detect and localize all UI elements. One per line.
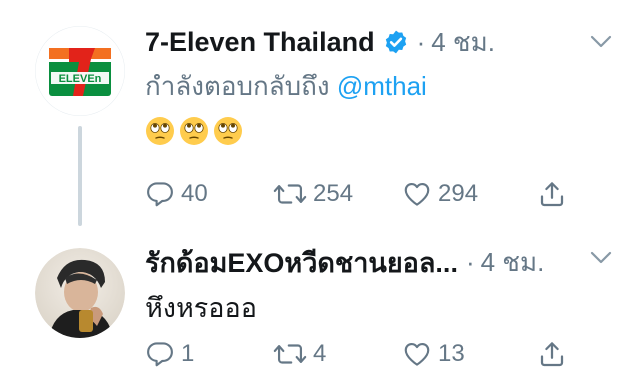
- tweet-reply[interactable]: รักด้อมEXOหวีดชานยอล... · 4 ชม. หึงหรอออ …: [0, 228, 639, 376]
- share-button[interactable]: [537, 334, 567, 374]
- avatar-7eleven[interactable]: ELEVEn: [35, 26, 125, 116]
- thread-connector-line: [78, 126, 82, 226]
- share-button[interactable]: [537, 174, 567, 214]
- heart-icon: [404, 182, 430, 206]
- retweet-button[interactable]: 254: [273, 174, 353, 214]
- verified-badge-icon: [385, 30, 406, 54]
- tweet-actions: 40 254 294: [145, 174, 599, 214]
- chevron-down-icon[interactable]: [589, 250, 613, 266]
- reply-icon: [147, 342, 173, 367]
- retweet-count: 4: [313, 340, 327, 367]
- reply-count: 40: [181, 180, 208, 207]
- like-button[interactable]: 294: [402, 174, 478, 214]
- share-icon: [540, 342, 564, 367]
- retweet-icon: [273, 184, 307, 204]
- tweet-7eleven[interactable]: ELEVEn 7-Eleven Thailand · 4 ชม. กำลังตอบ…: [0, 0, 639, 228]
- heart-icon: [404, 342, 430, 366]
- seven-eleven-logo: ELEVEn: [35, 26, 125, 116]
- tweet-header: 7-Eleven Thailand · 4 ชม.: [145, 22, 599, 62]
- share-icon: [540, 182, 564, 207]
- tweet-actions: 1 4 13: [145, 334, 599, 374]
- user-photo: [35, 248, 125, 338]
- replying-to: กำลังตอบกลับถึง @mthai: [145, 66, 427, 107]
- display-name[interactable]: 7-Eleven Thailand: [145, 27, 375, 58]
- rolling-eyes-emoji-icon: [214, 117, 242, 145]
- like-count: 13: [438, 340, 465, 367]
- tweet-header: รักด้อมEXOหวีดชานยอล... · 4 ชม.: [145, 242, 599, 282]
- retweet-icon: [273, 344, 307, 364]
- replying-to-label: กำลังตอบกลับถึง: [145, 71, 330, 101]
- retweet-count: 254: [313, 180, 354, 207]
- reply-icon: [147, 182, 173, 207]
- tweet-text-emojis: [145, 116, 243, 146]
- like-count: 294: [438, 180, 479, 207]
- like-button[interactable]: 13: [402, 334, 465, 374]
- timestamp[interactable]: · 4 ชม.: [417, 22, 495, 63]
- reply-count: 1: [181, 340, 195, 367]
- rolling-eyes-emoji-icon: [146, 117, 174, 145]
- reply-button[interactable]: 40: [145, 174, 208, 214]
- mention-link[interactable]: @mthai: [337, 71, 427, 101]
- logo-text: ELEVEn: [59, 73, 102, 85]
- reply-button[interactable]: 1: [145, 334, 194, 374]
- avatar-user[interactable]: [35, 248, 125, 338]
- tweet-text: หึงหรอออ: [145, 293, 257, 323]
- chevron-down-icon[interactable]: [589, 34, 613, 50]
- timestamp[interactable]: · 4 ชม.: [466, 242, 544, 283]
- display-name[interactable]: รักด้อมEXOหวีดชานยอล...: [145, 241, 458, 284]
- retweet-button[interactable]: 4: [273, 334, 326, 374]
- rolling-eyes-emoji-icon: [180, 117, 208, 145]
